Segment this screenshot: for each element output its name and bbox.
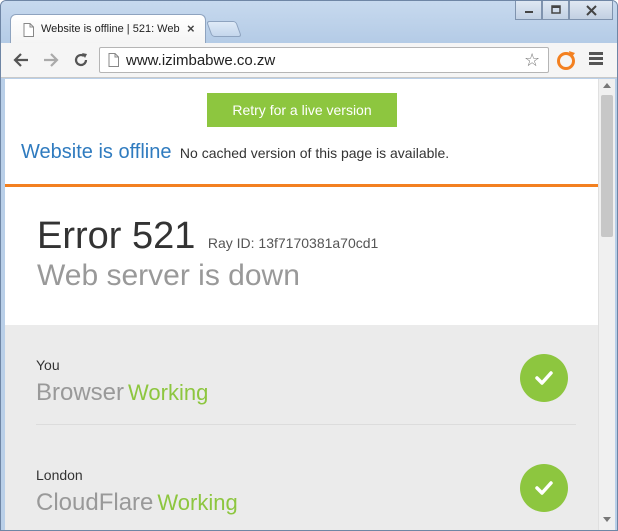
- back-arrow-icon: [13, 53, 28, 67]
- maximize-icon: [550, 5, 561, 14]
- status-location: You: [36, 357, 60, 373]
- close-window-button[interactable]: [569, 1, 613, 20]
- scrollbar-thumb[interactable]: [601, 95, 613, 237]
- service-state: Working: [128, 380, 209, 405]
- status-item-cloudflare: London CloudFlare Working: [36, 435, 576, 530]
- url-text[interactable]: www.izimbabwe.co.zw: [126, 52, 275, 69]
- error-heading: Error 521 Ray ID: 13f7170381a70cd1: [37, 215, 378, 258]
- status-service: Browser Working: [36, 379, 208, 407]
- address-bar[interactable]: www.izimbabwe.co.zw ☆: [99, 47, 549, 73]
- browser-tab[interactable]: Website is offline | 521: Web ×: [10, 14, 206, 44]
- maximize-button[interactable]: [542, 1, 569, 20]
- error-code: Error 521: [37, 215, 196, 257]
- window-controls: [515, 1, 613, 20]
- status-item-browser: You Browser Working: [36, 325, 576, 425]
- extension-icon[interactable]: [555, 49, 577, 71]
- toolbar: www.izimbabwe.co.zw ☆: [1, 43, 617, 78]
- close-icon: [585, 4, 597, 16]
- page-content: Retry for a live version Website is offl…: [5, 79, 598, 530]
- ray-id: Ray ID: 13f7170381a70cd1: [207, 235, 379, 251]
- retry-button[interactable]: Retry for a live version: [207, 93, 397, 127]
- offline-notice: Website is offline No cached version of …: [21, 141, 449, 164]
- service-name: Browser: [36, 379, 125, 406]
- star-icon[interactable]: ☆: [524, 50, 540, 71]
- vertical-scrollbar[interactable]: [598, 79, 615, 530]
- scroll-down-arrow-icon[interactable]: [603, 517, 611, 522]
- error-subtitle: Web server is down: [37, 259, 300, 292]
- service-name: CloudFlare: [36, 489, 154, 516]
- checkmark-icon: [520, 354, 568, 402]
- close-tab-icon[interactable]: ×: [187, 21, 195, 36]
- minimize-icon: [524, 11, 533, 13]
- reload-button[interactable]: [71, 50, 91, 70]
- reload-icon: [74, 53, 88, 67]
- checkmark-icon: [520, 464, 568, 512]
- page-icon: [108, 53, 119, 67]
- forward-button[interactable]: [41, 50, 61, 70]
- tab-title: Website is offline | 521: Web: [41, 23, 180, 35]
- title-bar: Website is offline | 521: Web ×: [1, 1, 617, 44]
- scroll-up-arrow-icon[interactable]: [603, 83, 611, 88]
- forward-arrow-icon: [44, 53, 59, 67]
- page-icon: [23, 23, 34, 37]
- status-service: CloudFlare Working: [36, 489, 238, 517]
- status-location: London: [36, 467, 83, 483]
- menu-icon[interactable]: [589, 52, 603, 66]
- service-state: Working: [157, 490, 238, 515]
- orange-divider: [5, 184, 598, 187]
- back-button[interactable]: [11, 50, 31, 70]
- browser-window: Website is offline | 521: Web × www.izim…: [0, 0, 618, 531]
- offline-title: Website is offline: [21, 141, 172, 163]
- status-panel: You Browser Working London CloudFlare Work…: [5, 325, 598, 530]
- offline-message: No cached version of this page is availa…: [179, 145, 450, 161]
- minimize-button[interactable]: [515, 1, 542, 20]
- new-tab-button[interactable]: [206, 21, 242, 37]
